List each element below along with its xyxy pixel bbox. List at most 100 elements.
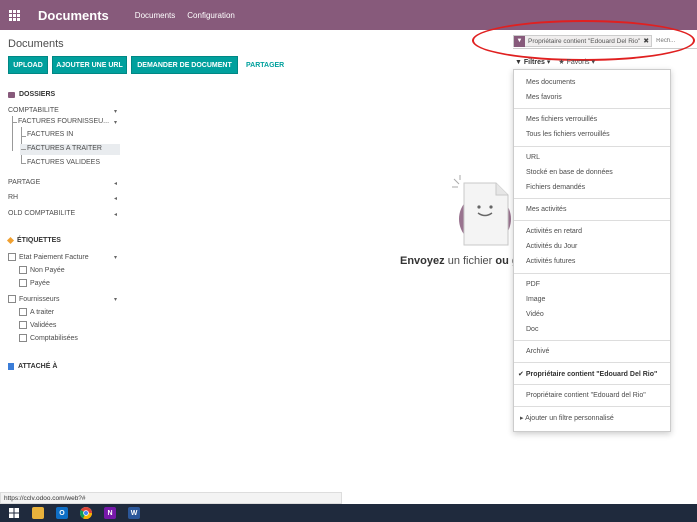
tree-connector (21, 136, 26, 137)
outlook-icon[interactable]: O (56, 507, 68, 519)
filter-owner-edouard[interactable]: Propriétaire contient "Edouard del Rio" (526, 392, 646, 399)
chevron-down-icon[interactable]: ▾ (114, 254, 117, 261)
document-icon (8, 363, 14, 370)
checkbox[interactable] (19, 266, 27, 274)
onenote-icon[interactable]: N (104, 507, 116, 519)
filter-activites-jour[interactable]: Activités du Jour (526, 243, 577, 250)
checkbox[interactable] (19, 308, 27, 316)
search-bar[interactable]: ▼ Propriétaire contient "Edouard Del Rio… (513, 34, 697, 49)
dropdown-divider (514, 220, 670, 221)
empty-state-illustration (452, 175, 511, 246)
filter-mes-fichiers-verrouilles[interactable]: Mes fichiers verrouillés (526, 116, 597, 123)
filter-fichiers-demandes[interactable]: Fichiers demandés (526, 184, 585, 191)
folder-old-comptabilite[interactable]: OLD COMPTABILITE (8, 210, 75, 217)
chevron-left-icon[interactable]: ◂ (114, 211, 117, 218)
checkbox[interactable] (19, 321, 27, 329)
filters-dropdown: Mes documents Mes favoris Mes fichiers v… (513, 69, 671, 432)
dropdown-divider (514, 146, 670, 147)
tag-non-payee[interactable]: Non Payée (19, 266, 65, 274)
checkbox[interactable] (19, 279, 27, 287)
chevron-down-icon[interactable]: ▾ (114, 108, 117, 115)
filter-owner-edouard-active[interactable]: ✔ Propriétaire contient "Edouard Del Rio… (518, 370, 657, 378)
dropdown-divider (514, 108, 670, 109)
star-icon: ★ (558, 59, 565, 66)
caret-right-icon: ▸ (520, 415, 524, 422)
request-document-button[interactable]: DEMANDER DE DOCUMENT (131, 56, 238, 74)
dropdown-divider (514, 406, 670, 407)
folder-comptabilite[interactable]: COMPTABILITE (8, 107, 59, 114)
tag-payee[interactable]: Payée (19, 279, 50, 287)
checkbox[interactable] (19, 334, 27, 342)
filter-url[interactable]: URL (526, 154, 540, 161)
tag-validees[interactable]: Validées (19, 321, 56, 329)
menu-configuration[interactable]: Configuration (187, 11, 235, 20)
folder-rh[interactable]: RH (8, 194, 18, 201)
breadcrumb: Documents (8, 38, 64, 50)
folder-factures-validees[interactable]: FACTURES VALIDEES (27, 159, 100, 166)
favorites-toggle[interactable]: ★ Favoris ▾ (558, 58, 595, 66)
windows-start-icon[interactable] (8, 507, 20, 519)
filter-doc[interactable]: Doc (526, 326, 538, 333)
facet-label: Propriétaire contient "Edouard Del Rio" (528, 37, 641, 45)
app-title[interactable]: Documents (38, 8, 109, 23)
tag-group-fournisseurs[interactable]: Fournisseurs (8, 295, 59, 303)
attached-heading: ATTACHÉ À (8, 363, 57, 370)
folder-factures-a-traiter[interactable]: FACTURES A TRAITER (27, 145, 102, 152)
chevron-down-icon[interactable]: ▾ (114, 296, 117, 303)
add-url-button[interactable]: AJOUTER UNE URL (52, 56, 127, 74)
chevron-left-icon[interactable]: ◂ (114, 195, 117, 202)
apps-menu-icon[interactable] (0, 0, 28, 30)
dropdown-divider (514, 273, 670, 274)
dropdown-divider (514, 340, 670, 341)
tree-connector (12, 122, 17, 123)
top-navbar: Documents Documents Configuration (0, 0, 697, 30)
search-facet: ▼ Propriétaire contient "Edouard Del Rio… (513, 35, 653, 47)
filter-mes-activites[interactable]: Mes activités (526, 206, 566, 213)
chevron-left-icon[interactable]: ◂ (114, 180, 117, 187)
chevron-down-icon[interactable]: ▾ (114, 119, 117, 126)
checkbox[interactable] (8, 253, 16, 261)
folder-factures-in[interactable]: FACTURES IN (27, 131, 73, 138)
add-custom-filter[interactable]: ▸ Ajouter un filtre personnalisé (520, 414, 614, 422)
filter-tous-fichiers-verrouilles[interactable]: Tous les fichiers verrouillés (526, 131, 610, 138)
search-input[interactable] (656, 38, 677, 44)
tree-connector (21, 163, 26, 164)
share-button[interactable]: PARTAGER (246, 56, 284, 74)
tag-icon (6, 236, 15, 245)
filter-archive[interactable]: Archivé (526, 348, 549, 355)
filter-mes-documents[interactable]: Mes documents (526, 79, 575, 86)
filter-pdf[interactable]: PDF (526, 281, 540, 288)
filter-image[interactable]: Image (526, 296, 545, 303)
tree-connector (21, 149, 26, 150)
filter-icon: ▼ (515, 59, 522, 66)
folders-heading: DOSSIERS (8, 91, 55, 98)
filter-activites-retard[interactable]: Activités en retard (526, 228, 582, 235)
filter-video[interactable]: Vidéo (526, 311, 544, 318)
dropdown-divider (514, 362, 670, 363)
filter-stocke-base[interactable]: Stocké en base de données (526, 169, 613, 176)
search-toggles: ▼ Filtres ▾ ★ Favoris ▾ (515, 58, 595, 66)
dropdown-divider (514, 384, 670, 385)
facet-remove-icon[interactable]: ✖ (643, 37, 651, 45)
tag-a-traiter[interactable]: A traiter (19, 308, 54, 316)
folder-partage[interactable]: PARTAGE (8, 179, 40, 186)
filter-activites-futures[interactable]: Activités futures (526, 258, 575, 265)
folder-factures-fournisseurs[interactable]: FACTURES FOURNISSEU... (18, 118, 109, 125)
menu-documents[interactable]: Documents (135, 11, 175, 20)
filter-mes-favoris[interactable]: Mes favoris (526, 94, 562, 101)
tag-comptabilisees[interactable]: Comptabilisées (19, 334, 78, 342)
checkmark-icon: ✔ (518, 371, 524, 378)
chrome-icon[interactable] (80, 507, 92, 519)
tag-group-etat-paiement[interactable]: Etat Paiement Facture (8, 253, 89, 261)
file-explorer-icon[interactable] (32, 507, 44, 519)
checkbox[interactable] (8, 295, 16, 303)
sidebar: DOSSIERS COMPTABILITE ▾ FACTURES FOURNIS… (0, 74, 125, 494)
os-taskbar: O N W (0, 504, 697, 522)
filter-icon: ▼ (514, 35, 525, 47)
word-icon[interactable]: W (128, 507, 140, 519)
dropdown-divider (514, 198, 670, 199)
tags-heading: ÉTIQUETTES (6, 236, 61, 245)
filters-toggle[interactable]: ▼ Filtres ▾ (515, 58, 550, 66)
empty-state-text: Envoyez un fichier ou gl (400, 255, 520, 267)
upload-button[interactable]: UPLOAD (8, 56, 48, 74)
